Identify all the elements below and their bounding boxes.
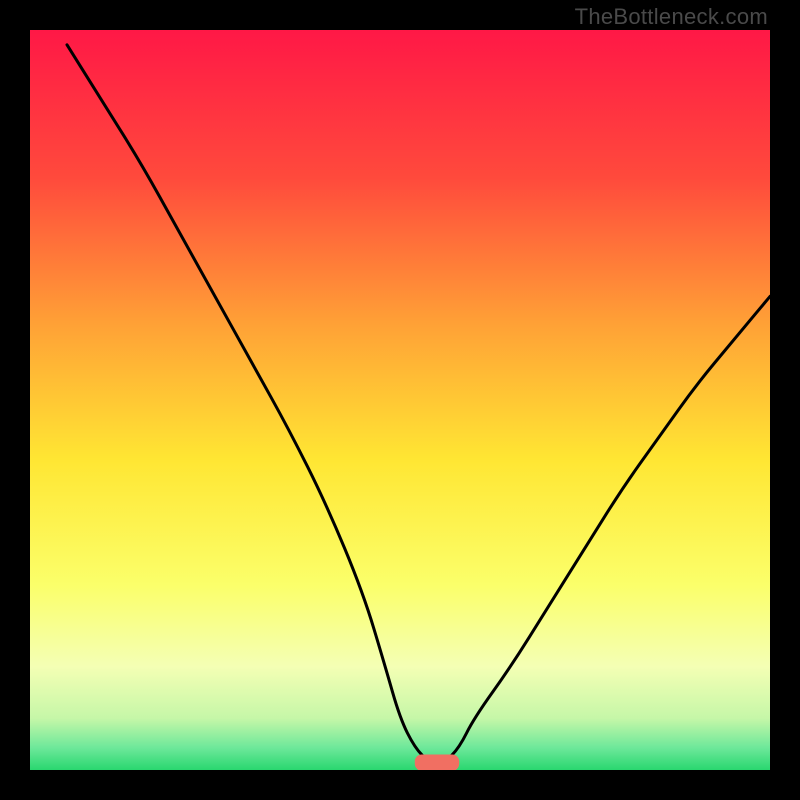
watermark-text: TheBottleneck.com <box>575 4 768 30</box>
chart-frame <box>30 30 770 770</box>
bottleneck-plot <box>30 30 770 770</box>
gradient-background <box>30 30 770 770</box>
optimal-marker <box>415 755 459 771</box>
